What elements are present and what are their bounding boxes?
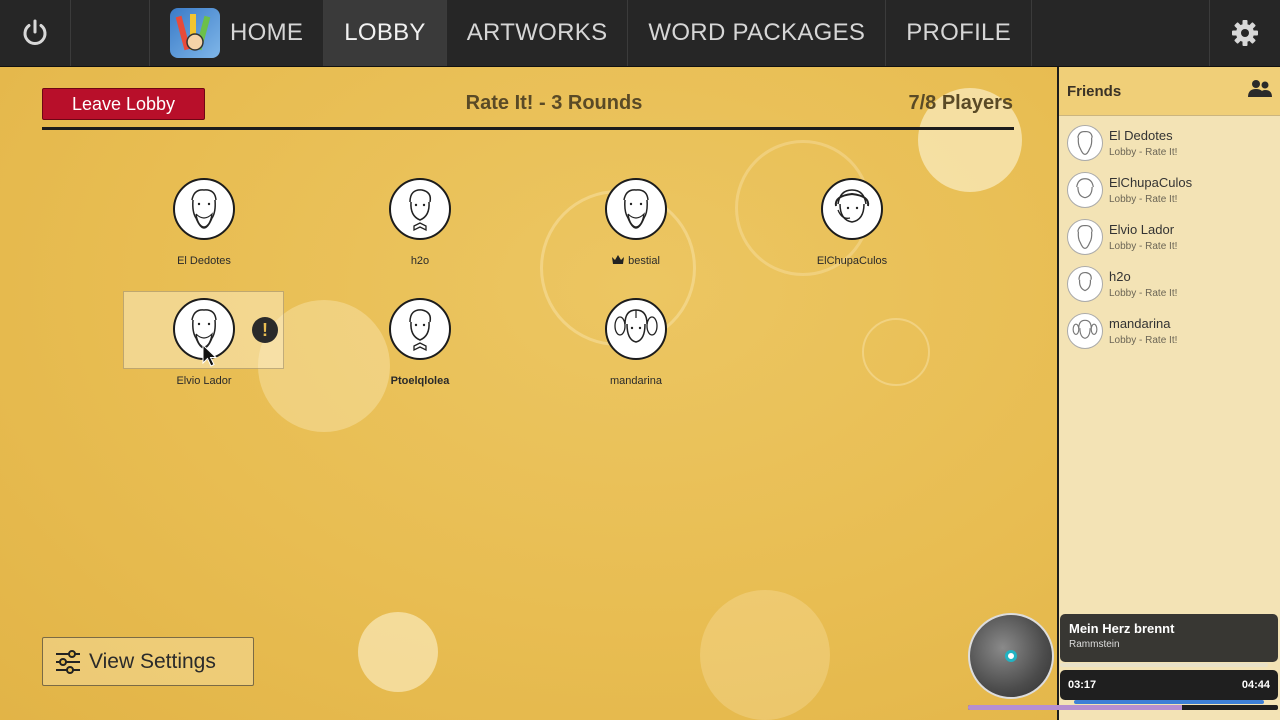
bearded-man-icon [623, 189, 649, 229]
avatar [821, 178, 883, 240]
disc-center-icon [1005, 650, 1017, 662]
friend-item[interactable]: h2o Lobby - Rate It! [1059, 260, 1280, 307]
player-count: 7/8 Players [908, 92, 1013, 114]
friend-avatar [1067, 312, 1103, 349]
main-nav: HOME LOBBY ARTWORKS WORD PACKAGES PROFIL… [149, 0, 1033, 66]
friend-item[interactable]: Elvio Lador Lobby - Rate It! [1059, 213, 1280, 260]
bowtie-man-icon [409, 309, 432, 352]
player-card[interactable]: Ptoelqlolea [340, 298, 500, 387]
avatar [605, 298, 667, 360]
bokeh-light [358, 612, 438, 692]
avatar [389, 178, 451, 240]
elapsed-time: 03:17 [1068, 679, 1097, 691]
game-mode-title: Rate It! - 3 Rounds [465, 92, 643, 114]
player-card-highlighted[interactable]: Elvio Lador [124, 298, 284, 387]
friend-avatar [1067, 218, 1103, 255]
friend-avatar [1067, 265, 1103, 302]
album-art-disc[interactable] [968, 613, 1054, 699]
friends-title: Friends [1067, 82, 1122, 100]
mouse-cursor-icon [202, 344, 218, 367]
avatar [605, 178, 667, 240]
nav-word-packages[interactable]: WORD PACKAGES [628, 0, 887, 66]
friend-item[interactable]: El Dedotes Lobby - Rate It! [1059, 119, 1280, 166]
total-time: 04:44 [1241, 679, 1270, 691]
nav-profile[interactable]: PROFILE [886, 0, 1033, 66]
bowtie-man-icon [409, 189, 432, 232]
friend-name: ElChupaCulos [1109, 174, 1193, 190]
nav-lobby-label: LOBBY [344, 19, 426, 46]
friend-status: Lobby - Rate It! [1109, 146, 1178, 158]
leave-lobby-button[interactable]: Leave Lobby [42, 88, 205, 120]
app-logo [170, 8, 220, 58]
crown-icon [612, 255, 625, 267]
player-name: Elvio Lador [176, 375, 232, 387]
track-artist: Rammstein [1069, 639, 1120, 650]
track-divider [1060, 663, 1268, 667]
view-settings-button[interactable]: View Settings [42, 637, 254, 686]
friend-avatar [1067, 171, 1103, 208]
friend-item[interactable]: mandarina Lobby - Rate It! [1059, 307, 1280, 354]
player-card[interactable]: bestial [556, 178, 716, 267]
time-display: 03:17 04:44 [1060, 670, 1278, 700]
power-button[interactable] [0, 0, 71, 66]
player-card[interactable]: ElChupaCulos [772, 178, 932, 267]
pigtails-girl-icon [614, 309, 658, 343]
player-name: Ptoelqlolea [390, 375, 450, 387]
nav-lobby[interactable]: LOBBY [324, 0, 447, 66]
top-nav-bar: HOME LOBBY ARTWORKS WORD PACKAGES PROFIL… [0, 0, 1280, 67]
avatar [389, 298, 451, 360]
seek-bar[interactable] [968, 705, 1278, 710]
bokeh-light [700, 590, 830, 720]
player-name: mandarina [610, 375, 662, 387]
friend-status: Lobby - Rate It! [1109, 287, 1178, 299]
friend-item[interactable]: ElChupaCulos Lobby - Rate It! [1059, 166, 1280, 213]
seek-bar-fill [968, 705, 1182, 710]
nav-home[interactable]: HOME [150, 0, 325, 66]
nav-artworks-label: ARTWORKS [466, 19, 608, 46]
now-playing-card: Mein Herz brennt Rammstein [1060, 614, 1278, 662]
bearded-man-icon [191, 189, 217, 229]
nav-profile-label: PROFILE [906, 19, 1012, 46]
friend-name: Elvio Lador [1109, 221, 1175, 237]
friend-status: Lobby - Rate It! [1109, 193, 1178, 205]
player-name: bestial [628, 255, 660, 267]
sliders-icon [56, 649, 80, 674]
friend-name: mandarina [1109, 315, 1171, 331]
player-card[interactable]: El Dedotes [124, 178, 284, 267]
nav-word-packages-label: WORD PACKAGES [648, 19, 866, 46]
friend-name: El Dedotes [1109, 127, 1173, 143]
headset-person-icon [834, 189, 870, 223]
friend-avatar [1067, 124, 1103, 161]
player-card[interactable]: h2o [340, 178, 500, 267]
report-player-icon[interactable]: ! [252, 317, 278, 343]
nav-artworks[interactable]: ARTWORKS [447, 0, 629, 66]
friends-header: Friends [1059, 67, 1280, 116]
header-divider [42, 127, 1014, 130]
friend-status: Lobby - Rate It! [1109, 334, 1178, 346]
gear-icon [1232, 20, 1258, 46]
player-name: ElChupaCulos [816, 255, 888, 267]
friend-name: h2o [1109, 268, 1131, 284]
player-name: h2o [410, 255, 430, 267]
bokeh-ring [862, 318, 930, 386]
settings-button[interactable] [1209, 0, 1280, 66]
view-settings-label: View Settings [89, 649, 216, 673]
player-name-row: bestial [556, 255, 716, 267]
power-icon [23, 19, 47, 45]
avatar [173, 178, 235, 240]
friend-status: Lobby - Rate It! [1109, 240, 1178, 252]
time-accent-bar [1074, 700, 1264, 704]
friends-group-icon[interactable] [1248, 79, 1272, 104]
player-name: El Dedotes [177, 255, 231, 267]
player-card[interactable]: mandarina [556, 298, 716, 387]
nav-home-label: HOME [230, 19, 304, 46]
track-title: Mein Herz brennt [1069, 621, 1175, 636]
